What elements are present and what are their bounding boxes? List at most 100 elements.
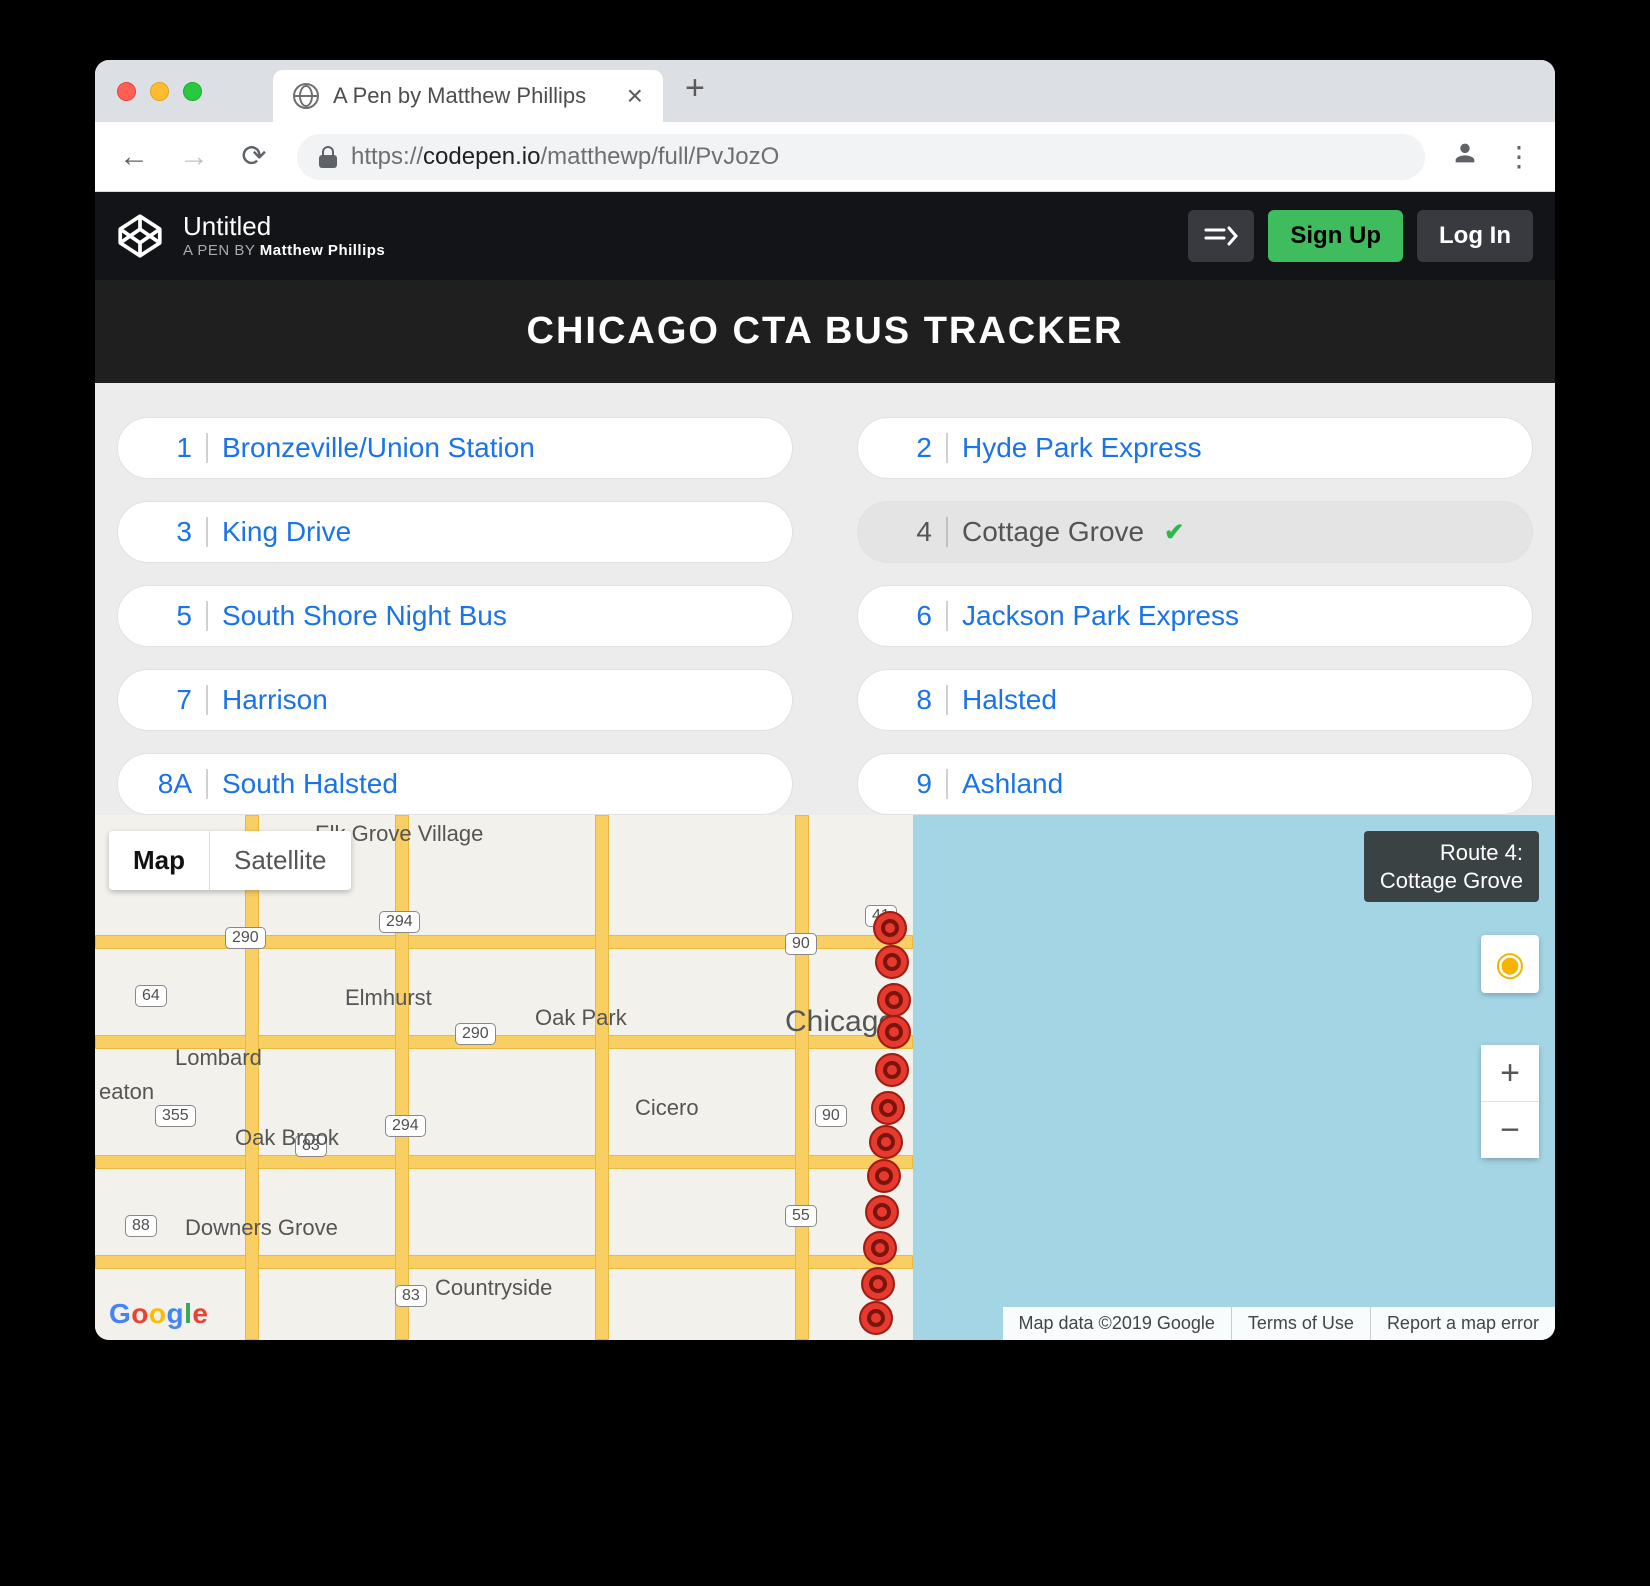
bus-marker[interactable] (861, 1267, 895, 1301)
map-label: Elmhurst (345, 985, 432, 1011)
route-pill[interactable]: 8A South Halsted (117, 753, 793, 815)
map-footer: Map data ©2019 Google Terms of Use Repor… (1003, 1307, 1556, 1340)
zoom-in-button[interactable]: + (1481, 1045, 1539, 1101)
divider (206, 769, 208, 799)
divider (946, 601, 948, 631)
codepen-header: Untitled A PEN BY Matthew Phillips Sign … (95, 192, 1555, 280)
map-road (245, 815, 259, 1340)
check-icon: ✔ (1164, 518, 1184, 547)
map-report-link[interactable]: Report a map error (1370, 1307, 1555, 1340)
signup-button[interactable]: Sign Up (1268, 210, 1403, 262)
map-label: Oak Brook (235, 1125, 339, 1151)
route-name: Ashland (962, 768, 1063, 800)
url-scheme: https:// (351, 143, 423, 170)
route-pill[interactable]: 3 King Drive (117, 501, 793, 563)
window-close-icon[interactable] (117, 82, 136, 101)
back-button[interactable]: ← (117, 140, 151, 174)
route-name: South Shore Night Bus (222, 600, 507, 632)
highway-shield: 355 (155, 1105, 196, 1127)
codepen-title-block: Untitled A PEN BY Matthew Phillips (183, 212, 385, 259)
highway-shield: 294 (379, 911, 420, 933)
route-pill[interactable]: 5South Shore Night Bus (117, 585, 793, 647)
view-switch-button[interactable] (1188, 210, 1254, 262)
route-name: King Drive (222, 516, 351, 548)
bus-marker[interactable] (875, 945, 909, 979)
pen-subtitle: A PEN BY Matthew Phillips (183, 242, 385, 259)
codepen-actions: Sign Up Log In (1188, 210, 1533, 262)
divider (946, 685, 948, 715)
route-badge-line1: Route 4: (1380, 839, 1523, 867)
browser-window: A Pen by Matthew Phillips × + ← → ⟳ http… (95, 60, 1555, 1340)
forward-button: → (177, 140, 211, 174)
route-number: 8 (886, 684, 932, 716)
highway-shield: 290 (455, 1023, 496, 1045)
route-number: 1 (146, 432, 192, 464)
browser-tab[interactable]: A Pen by Matthew Phillips × (273, 70, 663, 122)
route-pill[interactable]: 8 Halsted (857, 669, 1533, 731)
routes-grid: 1Bronzeville/Union Station 2Hyde Park Exp… (117, 417, 1533, 815)
window-zoom-icon[interactable] (183, 82, 202, 101)
pen-title: Untitled (183, 212, 385, 242)
bus-marker[interactable] (869, 1125, 903, 1159)
highway-shield: 83 (395, 1285, 427, 1307)
google-logo: Google (109, 1298, 208, 1330)
route-name: Jackson Park Express (962, 600, 1239, 632)
zoom-out-button[interactable]: − (1481, 1102, 1539, 1158)
map-road (95, 1155, 913, 1169)
map-road (95, 1255, 913, 1269)
divider (206, 601, 208, 631)
highway-shield: 64 (135, 985, 167, 1007)
map-road (395, 815, 409, 1340)
profile-icon[interactable] (1451, 139, 1479, 174)
divider (946, 433, 948, 463)
highway-shield: 294 (385, 1115, 426, 1137)
bus-marker[interactable] (873, 911, 907, 945)
highway-shield: 90 (815, 1105, 847, 1127)
login-button[interactable]: Log In (1417, 210, 1533, 262)
bus-marker[interactable] (867, 1159, 901, 1193)
pegman-button[interactable]: ◉ (1481, 935, 1539, 993)
window-minimize-icon[interactable] (150, 82, 169, 101)
address-bar[interactable]: https://codepen.io/matthewp/full/PvJozO (297, 134, 1425, 180)
bus-marker[interactable] (863, 1231, 897, 1265)
highway-shield: 55 (785, 1205, 817, 1227)
route-number: 2 (886, 432, 932, 464)
bus-marker[interactable] (877, 1015, 911, 1049)
map-label: Oak Park (535, 1005, 627, 1031)
route-number: 7 (146, 684, 192, 716)
divider (206, 433, 208, 463)
divider (206, 517, 208, 547)
close-tab-icon[interactable]: × (627, 82, 643, 110)
map-type-satellite-button[interactable]: Satellite (210, 831, 351, 890)
bus-marker[interactable] (877, 983, 911, 1017)
url-path: /matthewp/full/PvJozO (540, 143, 779, 170)
route-name: Cottage Grove (962, 516, 1144, 548)
url-host: codepen.io (423, 143, 540, 170)
app-title: CHICAGO CTA BUS TRACKER (95, 280, 1555, 383)
route-badge-line2: Cottage Grove (1380, 867, 1523, 895)
route-name: South Halsted (222, 768, 398, 800)
bus-marker[interactable] (865, 1195, 899, 1229)
route-pill[interactable]: 4Cottage Grove✔ (857, 501, 1533, 563)
browser-menu-icon[interactable]: ⋮ (1505, 140, 1533, 173)
route-pill[interactable]: 7Harrison (117, 669, 793, 731)
route-name: Halsted (962, 684, 1057, 716)
reload-button[interactable]: ⟳ (237, 139, 271, 174)
route-number: 8A (146, 768, 192, 800)
route-pill[interactable]: 1Bronzeville/Union Station (117, 417, 793, 479)
map-terms-link[interactable]: Terms of Use (1231, 1307, 1370, 1340)
bus-marker[interactable] (859, 1301, 893, 1335)
route-number: 3 (146, 516, 192, 548)
bus-marker[interactable] (871, 1091, 905, 1125)
route-pill[interactable]: 9Ashland (857, 753, 1533, 815)
route-badge: Route 4: Cottage Grove (1364, 831, 1539, 902)
bus-marker[interactable] (875, 1053, 909, 1087)
map-type-map-button[interactable]: Map (109, 831, 209, 890)
route-pill[interactable]: 6Jackson Park Express (857, 585, 1533, 647)
route-pill[interactable]: 2Hyde Park Express (857, 417, 1533, 479)
map[interactable]: 290 294 90 41 64 355 83 294 88 290 83 55… (95, 815, 1555, 1340)
map-road (595, 815, 609, 1340)
new-tab-button[interactable]: + (685, 69, 705, 108)
codepen-logo-icon[interactable] (117, 213, 163, 259)
lock-icon (319, 146, 337, 168)
